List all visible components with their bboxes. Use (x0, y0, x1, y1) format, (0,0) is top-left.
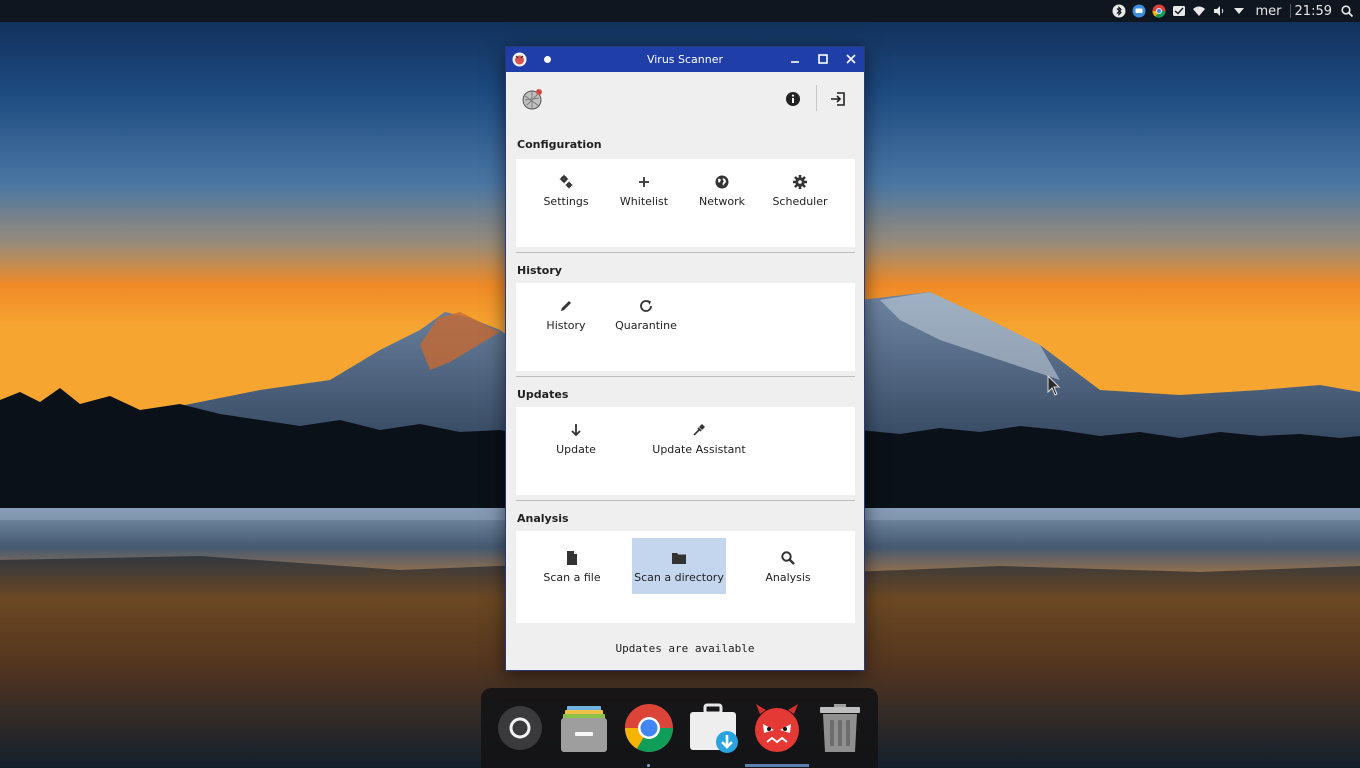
analysis-button[interactable]: Analysis (741, 538, 835, 594)
window-toolbar (506, 72, 864, 124)
pencil-icon (561, 301, 571, 311)
exit-icon (831, 92, 845, 106)
search-icon (781, 551, 795, 565)
about-button[interactable] (784, 90, 802, 108)
dock-google-chrome[interactable] (624, 702, 674, 754)
section-divider (516, 376, 855, 377)
folder-icon (672, 553, 686, 564)
info-icon (786, 92, 800, 106)
cogs-icon (559, 174, 573, 189)
maximize-icon (818, 54, 828, 64)
history-panel: History Quarantine (516, 283, 855, 371)
updates-panel: Update Update Assistant (516, 407, 855, 495)
scan-directory-button[interactable]: Scan a directory (632, 538, 726, 594)
configuration-section-title: Configuration (517, 138, 602, 151)
dock-virus-scanner[interactable] (752, 702, 802, 754)
download-arrow-icon (571, 424, 581, 437)
chrome-icon (624, 704, 673, 753)
quarantine-button[interactable]: Quarantine (599, 286, 693, 342)
history-section-title: History (517, 264, 562, 277)
volume-icon[interactable] (1212, 4, 1226, 18)
chrome-icon[interactable] (1152, 4, 1166, 18)
virus-scanner-icon (755, 704, 799, 752)
configuration-panel: Settings Whitelist Network Scheduler (516, 159, 855, 247)
software-installer-icon (690, 703, 738, 753)
mouse-pointer-icon (1047, 375, 1061, 396)
panel-separator (1289, 4, 1291, 18)
window-title: Virus Scanner (646, 53, 724, 66)
wifi-icon[interactable] (1192, 4, 1206, 18)
globe-icon (715, 175, 729, 189)
dock-launcher[interactable] (495, 702, 545, 754)
top-panel: mer 21:59 (0, 0, 1360, 22)
toolbar-separator (816, 85, 817, 111)
plus-icon (639, 177, 649, 187)
bluetooth-icon[interactable] (1112, 4, 1126, 18)
section-divider (516, 500, 855, 501)
dock (481, 688, 878, 768)
update-assistant-label: Update Assistant (652, 443, 746, 456)
panel-clock[interactable]: 21:59 (1295, 4, 1332, 19)
messaging-icon[interactable] (1132, 4, 1146, 18)
maximize-button[interactable] (815, 51, 831, 67)
trash-icon (820, 704, 860, 752)
refresh-icon (640, 300, 652, 312)
update-button[interactable]: Update (529, 410, 623, 466)
close-button[interactable] (843, 51, 859, 67)
scan-directory-label: Scan a directory (634, 571, 724, 584)
close-icon (846, 54, 856, 64)
running-indicator (647, 764, 650, 767)
status-message: Updates are available (615, 642, 755, 655)
minimize-button[interactable] (787, 51, 803, 67)
file-manager-icon (561, 706, 607, 752)
update-label: Update (556, 443, 596, 456)
scan-file-label: Scan a file (543, 571, 601, 584)
dropdown-icon[interactable] (1232, 4, 1246, 18)
section-divider (516, 252, 855, 253)
scheduler-button[interactable]: Scheduler (753, 162, 847, 218)
dock-trash[interactable] (815, 702, 865, 754)
analysis-panel: Scan a file Scan a directory Analysis (516, 531, 855, 623)
panel-day[interactable]: mer (1256, 4, 1282, 19)
launcher-icon (498, 706, 542, 750)
search-icon[interactable] (1340, 4, 1354, 18)
active-indicator (745, 764, 809, 767)
window-titlebar[interactable]: Virus Scanner (506, 47, 864, 72)
virus-scanner-logo-icon (520, 86, 546, 112)
file-icon (567, 551, 577, 565)
gear-icon (793, 175, 807, 189)
quarantine-label: Quarantine (615, 319, 677, 332)
eyedropper-icon (693, 424, 705, 436)
virus-scanner-window: Virus Scanner Configuration Settings Whi… (505, 46, 865, 671)
quit-button[interactable] (829, 90, 847, 108)
analysis-label: Analysis (765, 571, 811, 584)
scheduler-label: Scheduler (772, 195, 828, 208)
update-assistant-button[interactable]: Update Assistant (643, 410, 755, 466)
scan-file-button[interactable]: Scan a file (525, 538, 619, 594)
minimize-icon (791, 61, 799, 63)
updates-section-title: Updates (517, 388, 569, 401)
dock-software-installer[interactable] (688, 702, 738, 754)
mail-icon[interactable] (1172, 4, 1186, 18)
analysis-section-title: Analysis (517, 512, 569, 525)
dock-file-manager[interactable] (559, 702, 609, 754)
